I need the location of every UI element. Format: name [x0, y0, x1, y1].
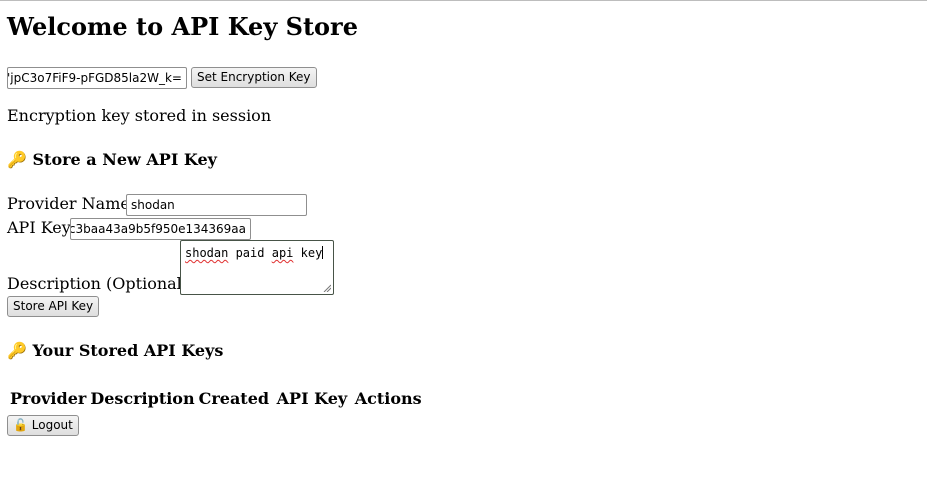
provider-name-value: shodan — [131, 198, 175, 212]
unlock-icon: 🔓 — [13, 418, 28, 432]
page: Welcome to API Key Store 'jpC3o7FiF9-pFG… — [0, 0, 927, 497]
resize-grip-icon[interactable] — [323, 284, 331, 292]
store-key-heading-text: Store a New API Key — [32, 150, 217, 169]
column-header-provider: Provider — [10, 389, 87, 408]
store-key-heading: 🔑 Store a New API Key — [7, 150, 217, 170]
description-textarea[interactable]: shodan paid api key — [180, 240, 334, 295]
encryption-key-input[interactable]: 'jpC3o7FiF9-pFGD85la2W_k= — [7, 67, 187, 89]
provider-name-label: Provider Name — [7, 194, 130, 213]
misspelled-word: shodan — [185, 246, 229, 260]
key-icon: 🔑 — [7, 341, 27, 360]
logout-button[interactable]: 🔓 Logout — [7, 415, 79, 436]
api-key-input[interactable]: c3baa43a9b5f950e134369aa — [70, 218, 251, 240]
description-label: Description (Optional) — [7, 274, 189, 293]
text-caret — [322, 246, 324, 259]
stored-keys-table: Provider Description Created API Key Act… — [7, 386, 425, 412]
table-header-row: Provider Description Created API Key Act… — [9, 388, 423, 410]
encryption-key-value: 'jpC3o7FiF9-pFGD85la2W_k= — [7, 71, 182, 85]
store-api-key-button[interactable]: Store API Key — [7, 296, 100, 317]
column-header-description: Description — [90, 389, 195, 408]
set-encryption-key-button[interactable]: Set Encryption Key — [191, 67, 317, 88]
column-header-created: Created — [198, 389, 275, 408]
column-header-actions: Actions — [354, 389, 422, 408]
column-header-api-key: API Key — [276, 389, 353, 408]
api-key-label: API Key — [7, 218, 71, 237]
description-word: paid — [228, 246, 272, 260]
misspelled-word: api — [271, 246, 294, 260]
stored-keys-heading-text: Your Stored API Keys — [32, 341, 224, 360]
encryption-status-text: Encryption key stored in session — [7, 106, 272, 125]
page-title: Welcome to API Key Store — [7, 12, 358, 41]
key-icon: 🔑 — [7, 150, 27, 169]
api-key-value: c3baa43a9b5f950e134369aa — [70, 222, 246, 236]
top-divider — [0, 0, 927, 1]
provider-name-input[interactable]: shodan — [126, 194, 307, 216]
description-word: key — [293, 246, 323, 260]
logout-label: Logout — [31, 418, 73, 432]
stored-keys-heading: 🔑 Your Stored API Keys — [7, 341, 223, 361]
